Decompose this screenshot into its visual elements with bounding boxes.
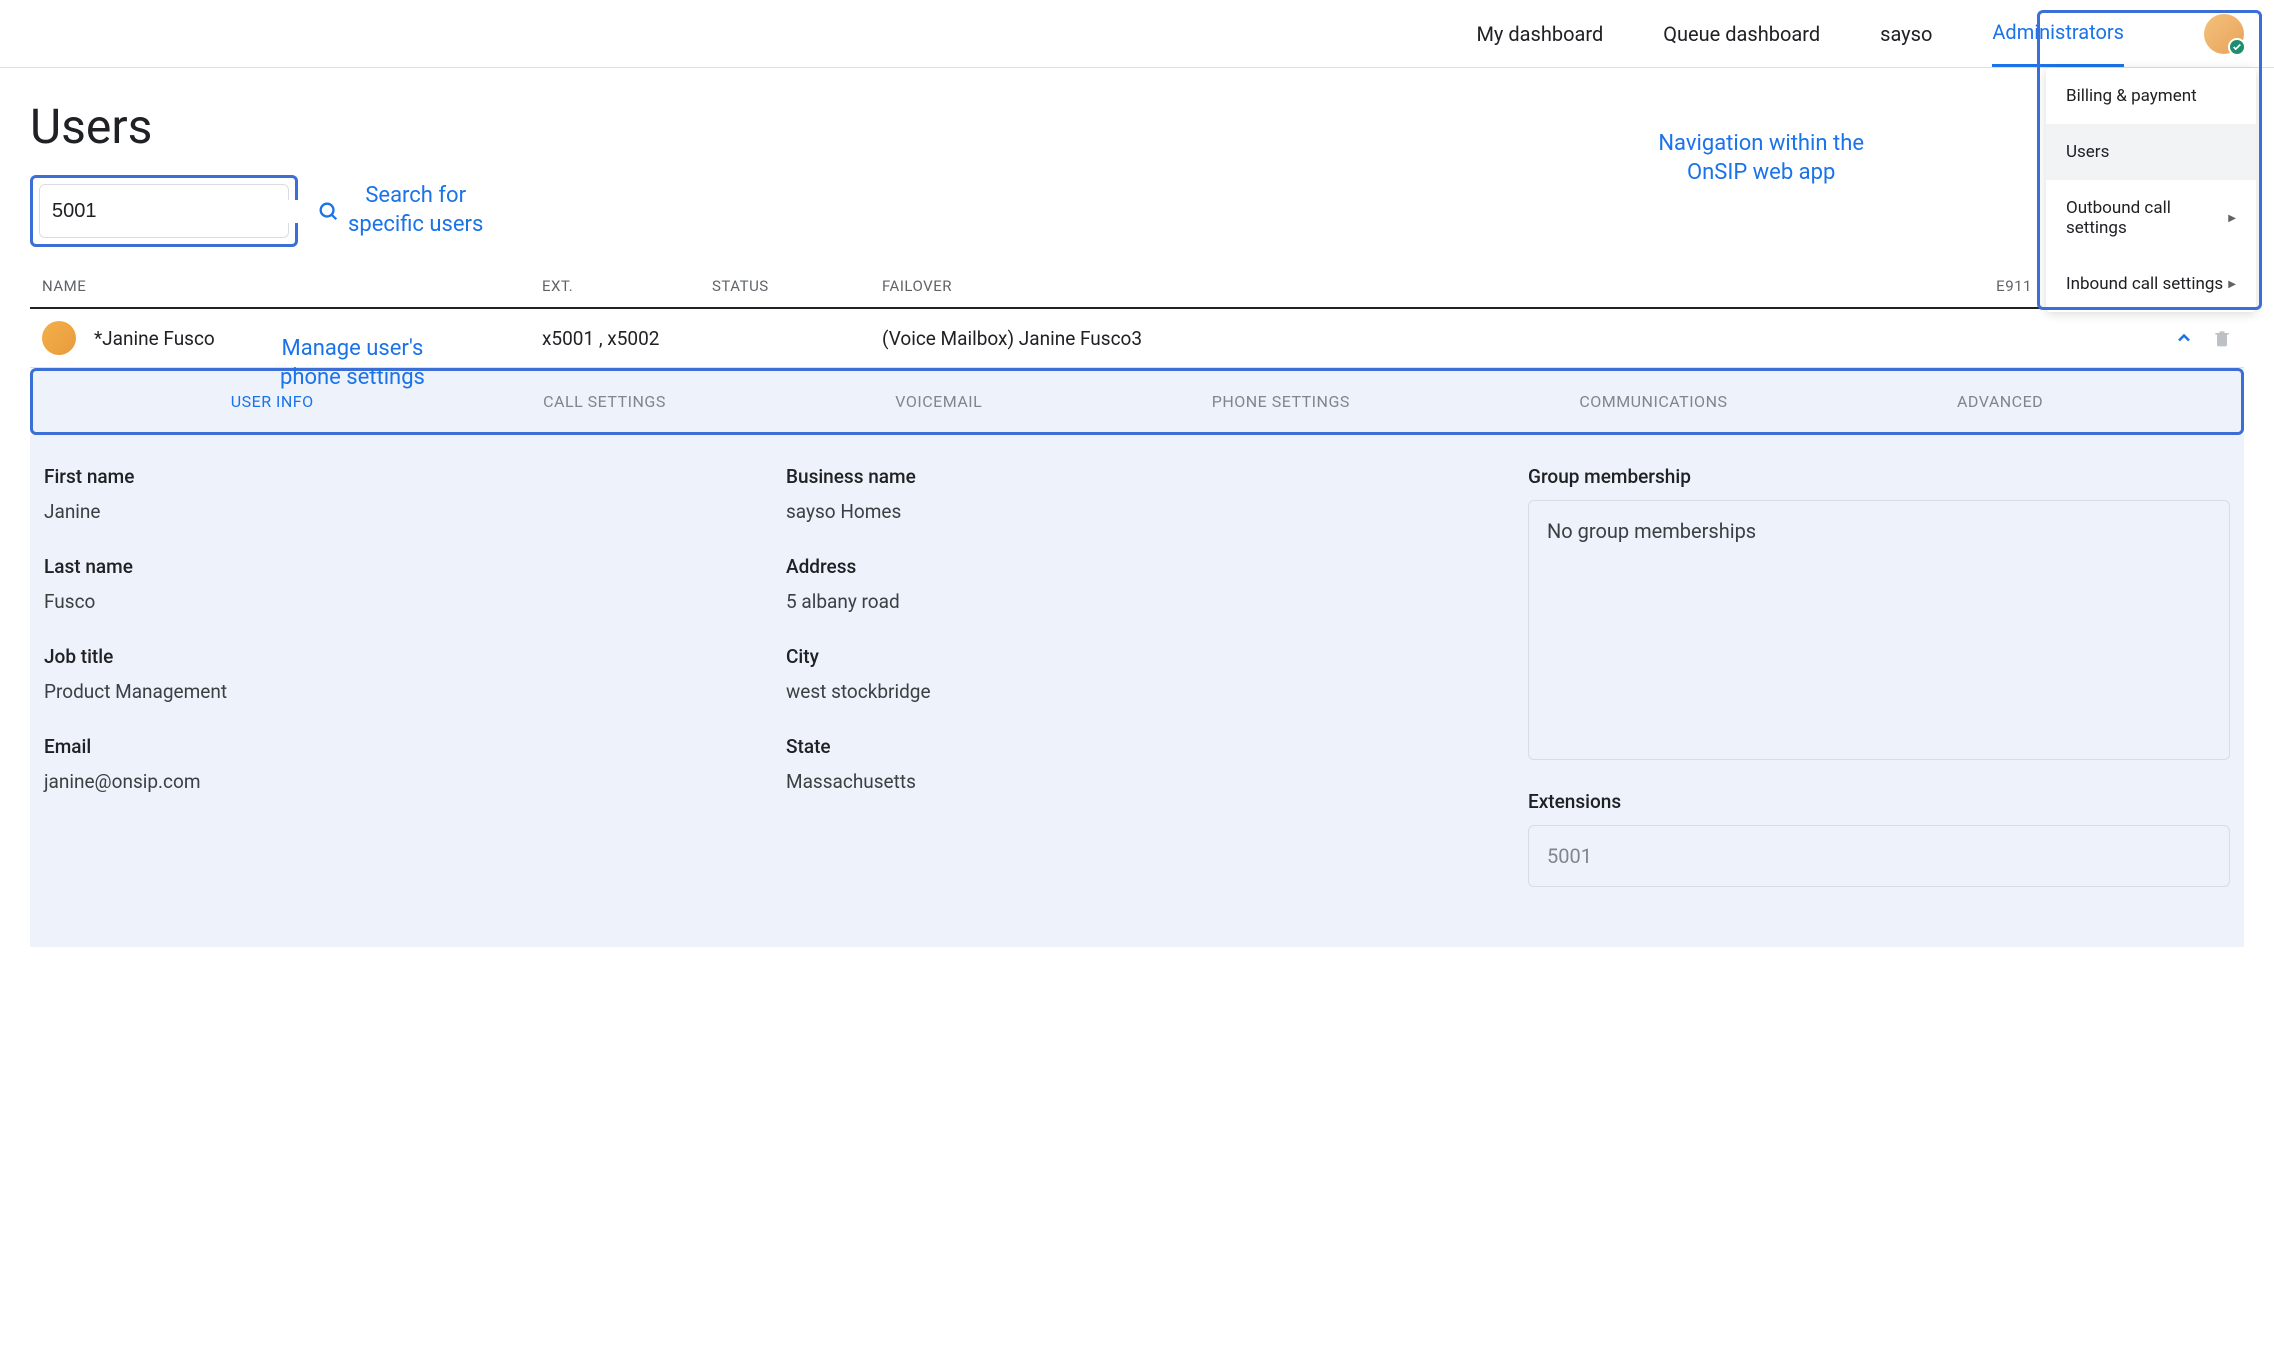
dropdown-inbound-call-settings[interactable]: Inbound call settings ▶ — [2046, 256, 2256, 312]
chevron-right-icon: ▶ — [2228, 213, 2236, 224]
dropdown-outbound-call-settings[interactable]: Outbound call settings ▶ — [2046, 180, 2256, 256]
value-first-name: Janine — [44, 500, 746, 523]
label-job-title: Job title — [44, 645, 746, 668]
tab-communications[interactable]: COMMUNICATIONS — [1579, 392, 1727, 411]
profile-avatar[interactable] — [2204, 14, 2244, 54]
group-empty-text: No group memberships — [1547, 519, 1756, 543]
annotation-search: Search for specific users — [348, 182, 483, 239]
label-email: Email — [44, 735, 746, 758]
search-input[interactable] — [52, 200, 317, 223]
dropdown-billing-payment[interactable]: Billing & payment — [2046, 68, 2256, 124]
verified-check-icon — [2228, 38, 2246, 56]
table-header: NAME EXT. STATUS FAILOVER E911 — [30, 277, 2244, 309]
value-last-name: Fusco — [44, 590, 746, 613]
th-ext: EXT. — [542, 277, 712, 295]
extensions-box: 5001 — [1528, 825, 2230, 887]
label-group-membership: Group membership — [1528, 465, 2230, 488]
chevron-right-icon: ▶ — [2228, 279, 2236, 290]
highlight-search-box — [30, 175, 298, 247]
value-business-name: sayso Homes — [786, 500, 1488, 523]
chevron-up-icon[interactable] — [2174, 328, 2194, 348]
value-address: 5 albany road — [786, 590, 1488, 613]
group-membership-box: No group memberships — [1528, 500, 2230, 760]
administrators-dropdown: Billing & payment Users Outbound call se… — [2046, 68, 2256, 312]
search-box — [39, 184, 289, 238]
dropdown-users[interactable]: Users — [2046, 124, 2256, 180]
th-failover: FAILOVER — [882, 277, 1142, 295]
label-state: State — [786, 735, 1488, 758]
tab-phone-settings[interactable]: PHONE SETTINGS — [1212, 392, 1350, 411]
th-status: STATUS — [712, 277, 882, 295]
user-ext: x5001 , x5002 — [542, 327, 712, 350]
label-address: Address — [786, 555, 1488, 578]
dropdown-item-label: Outbound call settings — [2066, 198, 2228, 238]
user-avatar — [42, 321, 76, 355]
value-job-title: Product Management — [44, 680, 746, 703]
label-city: City — [786, 645, 1488, 668]
tab-advanced[interactable]: ADVANCED — [1957, 392, 2043, 411]
tab-user-info[interactable]: USER INFO — [231, 392, 314, 411]
th-name: NAME — [42, 277, 542, 295]
search-icon[interactable] — [317, 200, 339, 222]
extensions-value: 5001 — [1547, 844, 1592, 868]
value-state: Massachusetts — [786, 770, 1488, 793]
top-nav: My dashboard Queue dashboard sayso Admin… — [0, 0, 2274, 68]
label-last-name: Last name — [44, 555, 746, 578]
value-email: janine@onsip.com — [44, 770, 746, 793]
user-info-panel: First name Janine Last name Fusco Job ti… — [30, 435, 2244, 947]
user-name: *Janine Fusco — [94, 327, 215, 350]
value-city: west stockbridge — [786, 680, 1488, 703]
dropdown-item-label: Billing & payment — [2066, 86, 2197, 106]
dropdown-item-label: Users — [2066, 142, 2109, 162]
nav-queue-dashboard[interactable]: Queue dashboard — [1663, 2, 1820, 66]
nav-my-dashboard[interactable]: My dashboard — [1476, 2, 1603, 66]
dropdown-item-label: Inbound call settings — [2066, 274, 2223, 294]
trash-icon[interactable] — [2212, 327, 2232, 349]
nav-administrators[interactable]: Administrators — [1992, 0, 2124, 67]
label-first-name: First name — [44, 465, 746, 488]
nav-sayso[interactable]: sayso — [1880, 2, 1932, 66]
user-failover: (Voice Mailbox) Janine Fusco3 — [882, 327, 2232, 350]
label-business-name: Business name — [786, 465, 1488, 488]
page-title: Users — [0, 68, 2274, 175]
annotation-row: Manage user's phone settings — [280, 335, 425, 392]
tab-call-settings[interactable]: CALL SETTINGS — [543, 392, 666, 411]
annotation-nav: Navigation within the OnSIP web app — [1658, 130, 1864, 187]
label-extensions: Extensions — [1528, 790, 2230, 813]
tab-voicemail[interactable]: VOICEMAIL — [895, 392, 982, 411]
